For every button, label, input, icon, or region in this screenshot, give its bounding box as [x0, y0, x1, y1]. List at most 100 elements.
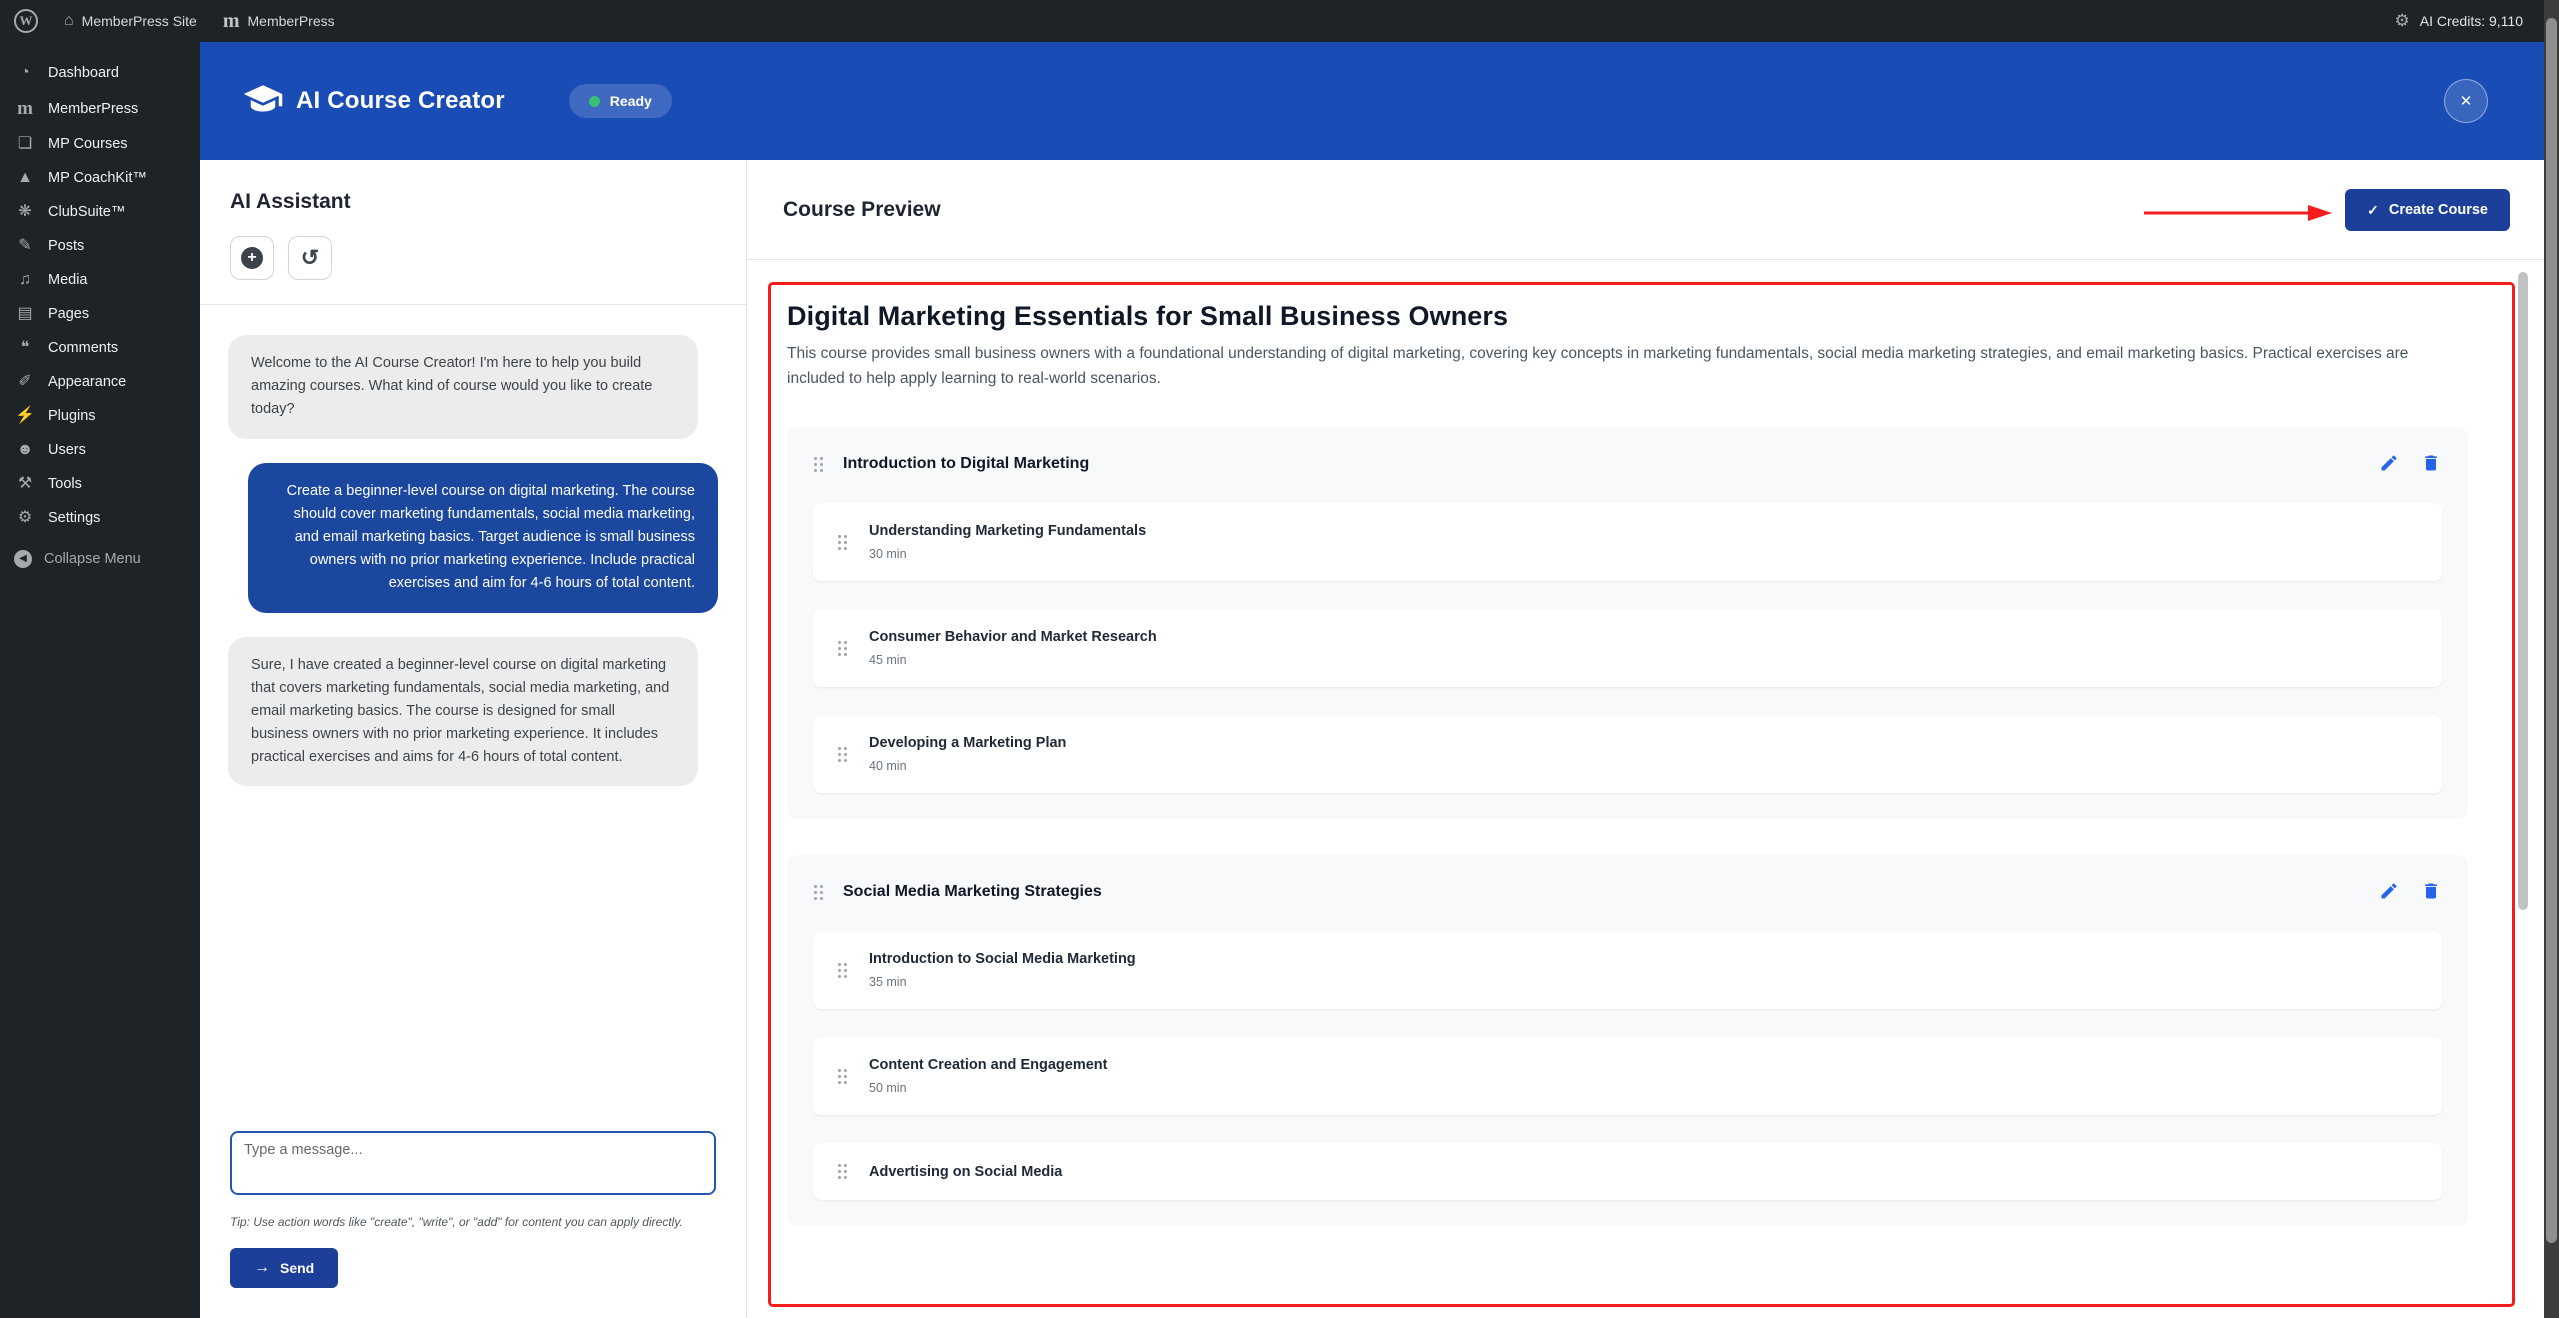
drag-handle-icon[interactable] [837, 1068, 849, 1085]
drag-handle-icon[interactable] [837, 1163, 849, 1180]
tools-icon: ⚒ [14, 476, 36, 492]
ai-credits-label: AI Credits: 9,110 [2420, 13, 2523, 29]
wp-sidebar-menu: ◔ Dashboard m MemberPress ❏ MP Courses ▲… [0, 56, 200, 577]
assistant-title: AI Assistant [230, 190, 716, 214]
appearance-icon: ✐ [14, 374, 36, 390]
sidebar-item-plugins[interactable]: ⚡ Plugins [0, 399, 200, 433]
lesson-title: Understanding Marketing Fundamentals [869, 523, 1146, 539]
plus-icon: + [241, 247, 263, 269]
preview-scrollbar-thumb[interactable] [2518, 272, 2528, 910]
sidebar-item-comments[interactable]: ❝ Comments [0, 331, 200, 365]
preview-title: Course Preview [783, 198, 941, 222]
sidebar-item-label: Settings [48, 510, 100, 526]
sidebar-item-label: Collapse Menu [44, 551, 141, 567]
sidebar-item-settings[interactable]: ⚙ Settings [0, 501, 200, 535]
home-icon: ⌂ [64, 13, 74, 29]
chat-tip: Tip: Use action words like "create", "wr… [230, 1213, 716, 1232]
check-icon: ✓ [2367, 203, 2379, 217]
sidebar-item-pages[interactable]: ▤ Pages [0, 297, 200, 331]
sidebar-item-posts[interactable]: ✎ Posts [0, 229, 200, 263]
chat-message-list: Welcome to the AI Course Creator! I'm he… [200, 305, 746, 1131]
edit-section-button[interactable] [2378, 453, 2400, 475]
pages-icon: ▤ [14, 306, 36, 322]
sidebar-item-collapse-menu[interactable]: ◀ Collapse Menu [0, 541, 200, 577]
lesson-title: Developing a Marketing Plan [869, 735, 1066, 751]
history-button[interactable]: ↺ [288, 236, 332, 280]
sidebar-item-mp-coachkit[interactable]: ▲ MP CoachKit™ [0, 161, 200, 195]
arrow-right-icon: → [254, 1260, 270, 1276]
drag-handle-icon[interactable] [813, 884, 825, 901]
drag-handle-icon[interactable] [813, 456, 825, 473]
sidebar-item-label: MP CoachKit™ [48, 170, 147, 186]
media-icon: ♫ [14, 272, 36, 288]
drag-handle-icon[interactable] [837, 640, 849, 657]
lesson-list: Introduction to Social Media Marketing 3… [813, 931, 2442, 1200]
status-label: Ready [610, 93, 652, 109]
course-title: Digital Marketing Essentials for Small B… [787, 301, 2468, 332]
lesson-duration: 40 min [869, 759, 1066, 773]
section-list: Introduction to Digital Marketing [787, 427, 2468, 1226]
chat-input[interactable] [230, 1131, 716, 1195]
sidebar-item-label: Media [48, 272, 88, 288]
lesson-card: Content Creation and Engagement 50 min [813, 1037, 2442, 1115]
status-dot-icon [589, 96, 600, 107]
lesson-duration: 35 min [869, 975, 1136, 989]
sidebar-item-label: Dashboard [48, 65, 119, 81]
drag-handle-icon[interactable] [837, 962, 849, 979]
dashboard-icon: ◔ [14, 65, 36, 81]
graduation-cap-icon [242, 80, 284, 122]
sidebar-item-media[interactable]: ♫ Media [0, 263, 200, 297]
send-button[interactable]: → Send [230, 1248, 338, 1288]
assistant-message: Sure, I have created a beginner-level co… [228, 637, 698, 787]
browser-scrollbar[interactable] [2544, 0, 2559, 1318]
memberpress-icon: m [14, 99, 36, 118]
lesson-title: Content Creation and Engagement [869, 1057, 1107, 1073]
sidebar-item-users[interactable]: ☻ Users [0, 433, 200, 467]
sidebar-item-label: ClubSuite™ [48, 204, 125, 220]
sidebar-item-label: Users [48, 442, 86, 458]
sidebar-item-label: Comments [48, 340, 118, 356]
ai-assistant-panel: AI Assistant + ↺ Welcome to the AI Cours… [200, 160, 747, 1318]
create-course-button[interactable]: ✓ Create Course [2345, 189, 2510, 231]
users-icon: ☻ [14, 442, 36, 458]
lesson-duration: 30 min [869, 547, 1146, 561]
sidebar-item-label: Appearance [48, 374, 126, 390]
lesson-card: Advertising on Social Media [813, 1143, 2442, 1200]
sidebar-item-clubsuite[interactable]: ❋ ClubSuite™ [0, 195, 200, 229]
send-label: Send [280, 1260, 314, 1276]
lesson-list: Understanding Marketing Fundamentals 30 … [813, 503, 2442, 793]
drag-handle-icon[interactable] [837, 746, 849, 763]
sidebar-item-label: Posts [48, 238, 84, 254]
admin-bar-memberpress-link[interactable]: m MemberPress [223, 11, 335, 31]
sidebar-item-memberpress[interactable]: m MemberPress [0, 90, 200, 127]
history-icon: ↺ [301, 247, 319, 269]
edit-section-button[interactable] [2378, 881, 2400, 903]
sidebar-item-tools[interactable]: ⚒ Tools [0, 467, 200, 501]
gear-icon[interactable]: ⚙ [2395, 11, 2410, 31]
sidebar-item-label: Plugins [48, 408, 96, 424]
lesson-title: Introduction to Social Media Marketing [869, 951, 1136, 967]
annotation-box: Digital Marketing Essentials for Small B… [768, 282, 2515, 1307]
coachkit-icon: ▲ [14, 170, 36, 186]
lesson-title: Consumer Behavior and Market Research [869, 629, 1157, 645]
admin-bar-site-link[interactable]: ⌂ MemberPress Site [64, 13, 197, 29]
delete-section-button[interactable] [2420, 453, 2442, 475]
browser-scrollbar-thumb[interactable] [2546, 18, 2557, 1243]
new-chat-button[interactable]: + [230, 236, 274, 280]
wp-admin-bar: W ⌂ MemberPress Site m MemberPress ⚙ AI … [0, 0, 2559, 42]
sidebar-item-dashboard[interactable]: ◔ Dashboard [0, 56, 200, 90]
sidebar-item-mp-courses[interactable]: ❏ MP Courses [0, 127, 200, 161]
site-name: MemberPress Site [82, 13, 197, 29]
close-icon[interactable]: ✕ [2444, 79, 2488, 123]
status-badge: Ready [569, 84, 672, 118]
app-title: AI Course Creator [296, 87, 505, 115]
drag-handle-icon[interactable] [837, 534, 849, 551]
sidebar-item-appearance[interactable]: ✐ Appearance [0, 365, 200, 399]
lesson-duration: 45 min [869, 653, 1157, 667]
memberpress-name: MemberPress [248, 13, 335, 29]
delete-section-button[interactable] [2420, 881, 2442, 903]
posts-icon: ✎ [14, 238, 36, 254]
comments-icon: ❝ [14, 340, 36, 356]
wordpress-logo-icon[interactable]: W [14, 9, 38, 33]
section-title: Introduction to Digital Marketing [843, 455, 1089, 473]
